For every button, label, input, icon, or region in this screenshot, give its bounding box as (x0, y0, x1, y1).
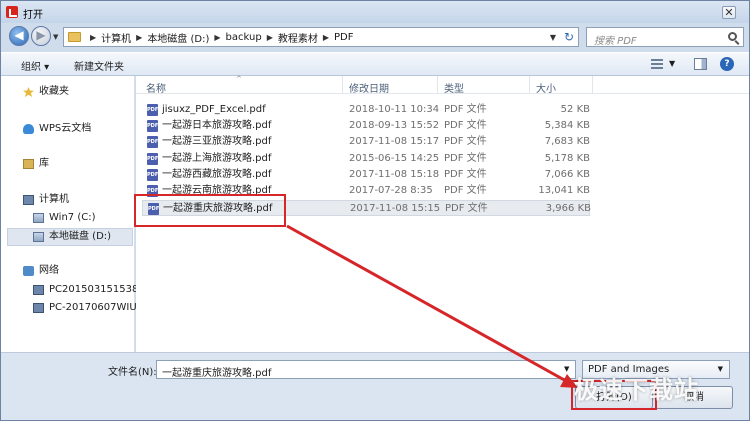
chevron-right-icon[interactable]: ▶ (323, 33, 329, 42)
pdf-file-icon: PDF (147, 120, 158, 132)
chevron-right-icon[interactable]: ▶ (136, 33, 142, 42)
search-placeholder: 搜索 PDF (594, 36, 637, 47)
forward-button[interactable]: ▶ (31, 26, 51, 46)
help-icon[interactable]: ? (720, 57, 734, 71)
column-name[interactable]: 名称 (146, 80, 166, 95)
nav-drive-c[interactable]: Win7 (C:) (33, 210, 143, 226)
watermark: 极速下载站 (574, 376, 699, 404)
breadcrumb-pdf[interactable]: PDF (334, 32, 353, 43)
close-button[interactable]: ✕ (722, 6, 736, 19)
search-icon[interactable] (728, 32, 737, 41)
breadcrumb-computer[interactable]: 计算机 (101, 30, 131, 45)
organize-button[interactable]: 组织 ▾ (21, 58, 49, 73)
file-row[interactable]: PDF jisuxz_PDF_Excel.pdf 2018-10-11 10:34 P… (142, 102, 590, 118)
library-icon (23, 159, 34, 169)
breadcrumb-backup[interactable]: backup (226, 32, 262, 43)
nav-favorites[interactable]: 收藏夹 (23, 84, 133, 100)
chevron-right-icon[interactable]: ▶ (267, 33, 273, 42)
filename-dropdown-icon[interactable]: ▼ (564, 365, 569, 373)
column-divider[interactable] (529, 76, 530, 94)
view-options-icon[interactable] (651, 59, 663, 70)
dialog-title: 打开 (23, 10, 43, 21)
wps-app-icon (6, 6, 18, 18)
pdf-file-icon: PDF (147, 169, 158, 181)
selected-file-highlight-box (134, 194, 286, 227)
breadcrumb[interactable]: ▶ 计算机 ▶ 本地磁盘 (D:) ▶ backup ▶ 教程素材 ▶ PDF … (63, 27, 579, 47)
view-dropdown-icon[interactable]: ▼ (669, 59, 675, 68)
nav-network[interactable]: 网络 (23, 263, 133, 279)
history-dropdown-icon[interactable]: ▼ (53, 33, 58, 41)
filename-input[interactable]: 一起游重庆旅游攻略.pdf (156, 360, 576, 379)
computer-icon (23, 195, 34, 205)
chevron-right-icon[interactable]: ▶ (90, 33, 96, 42)
chevron-down-icon: ▼ (717, 365, 723, 373)
chevron-right-icon[interactable]: ▶ (214, 33, 220, 42)
column-divider[interactable] (592, 76, 593, 94)
column-divider[interactable] (437, 76, 438, 94)
file-row[interactable]: PDF 一起游三亚旅游攻略.pdf 2017-11-08 15:17 PDF 文件 7,… (142, 134, 590, 150)
nav-wps-cloud[interactable]: WPS云文档 (23, 121, 133, 137)
file-row[interactable]: PDF 一起游上海旅游攻略.pdf 2015-06-15 14:25 PDF 文件 5,… (142, 151, 590, 167)
sort-arrow-icon: ^ (236, 75, 242, 83)
star-icon (23, 87, 34, 97)
navigation-pane: 收藏夹 WPS云文档 库 计算机 Win7 (C:) 本地磁盘 (D:) 网络 … (1, 76, 144, 352)
file-row[interactable]: PDF 一起游日本旅游攻略.pdf 2018-09-13 15:52 PDF 文件 5,… (142, 118, 590, 134)
drive-icon (33, 232, 44, 242)
nav-libraries[interactable]: 库 (23, 156, 133, 172)
pdf-file-icon: PDF (147, 104, 158, 116)
pdf-file-icon: PDF (147, 136, 158, 148)
folder-icon (68, 32, 81, 42)
nav-computer[interactable]: 计算机 (23, 192, 133, 208)
filename-label: 文件名(N): (108, 367, 157, 378)
nav-drive-d[interactable]: 本地磁盘 (D:) (33, 229, 143, 245)
cloud-icon (23, 124, 34, 134)
drive-icon (33, 213, 44, 223)
refresh-icon[interactable]: ↻ (564, 30, 574, 44)
column-size[interactable]: 大小 (536, 80, 556, 95)
open-file-dialog: 打开 ✕ ◀ ▶ ▼ ▶ 计算机 ▶ 本地磁盘 (D:) ▶ backup ▶ … (0, 0, 750, 421)
search-input[interactable]: 搜索 PDF (586, 27, 744, 47)
file-row[interactable]: PDF 一起游西藏旅游攻略.pdf 2017-11-08 15:18 PDF 文件 7,… (142, 167, 590, 183)
breadcrumb-drive-d[interactable]: 本地磁盘 (D:) (147, 30, 209, 45)
path-dropdown-icon[interactable]: ▼ (550, 33, 556, 42)
column-divider[interactable] (342, 76, 343, 94)
address-bar: ◀ ▶ ▼ ▶ 计算机 ▶ 本地磁盘 (D:) ▶ backup ▶ 教程素材 … (1, 23, 749, 51)
monitor-icon (33, 285, 44, 295)
nav-host-2[interactable]: PC-20170607WIUN (33, 300, 144, 316)
pdf-file-icon: PDF (147, 153, 158, 165)
network-icon (23, 266, 34, 276)
monitor-icon (33, 303, 44, 313)
column-date[interactable]: 修改日期 (349, 80, 389, 95)
title-bar: 打开 ✕ (1, 1, 749, 23)
column-type[interactable]: 类型 (444, 80, 464, 95)
column-headers: ^ 名称 修改日期 类型 大小 (136, 75, 749, 95)
preview-pane-icon[interactable] (694, 58, 707, 70)
command-bar: 组织 ▾ 新建文件夹 ▼ ? (1, 52, 749, 76)
breadcrumb-tutorial[interactable]: 教程素材 (278, 30, 318, 45)
new-folder-button[interactable]: 新建文件夹 (74, 58, 124, 73)
back-button[interactable]: ◀ (9, 26, 29, 46)
nav-host-1[interactable]: PC201503151538 (33, 282, 143, 298)
